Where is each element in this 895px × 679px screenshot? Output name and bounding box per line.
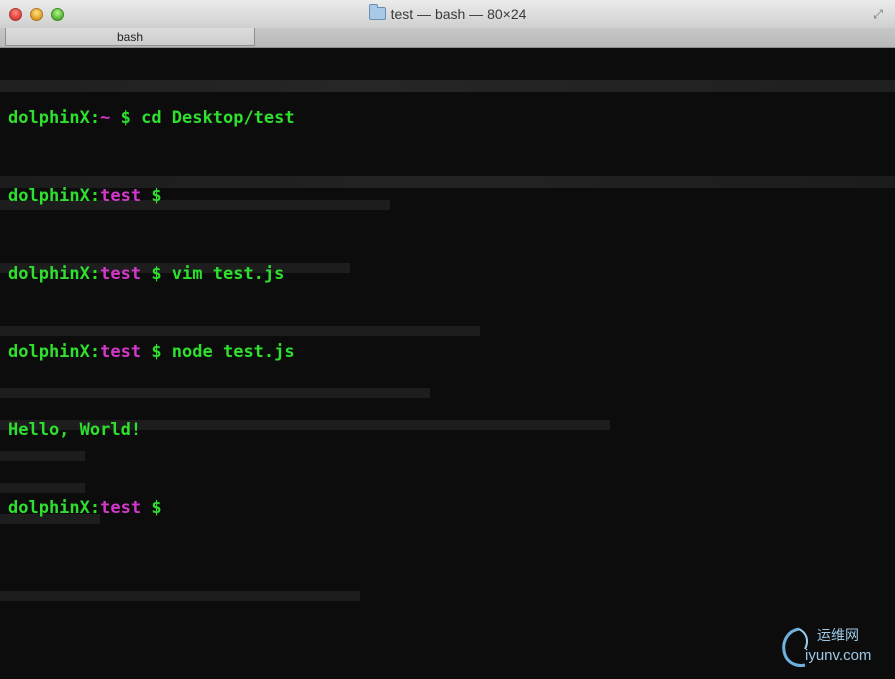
program-output: Hello, World! (8, 420, 142, 440)
folder-icon (368, 4, 386, 20)
prompt-host: dolphinX: (8, 342, 101, 362)
tab-bash[interactable]: bash (5, 28, 255, 46)
title-bar[interactable]: test — bash — 80×24 ⤢ (0, 0, 895, 29)
watermark-chinese: 运维网 (817, 628, 859, 644)
prompt-symbol: $ (141, 342, 172, 362)
prompt-host: dolphinX: (8, 498, 101, 518)
prompt-dir: test (100, 186, 142, 206)
prompt-symbol: $ (110, 108, 142, 128)
prompt-symbol: $ (141, 498, 172, 518)
prompt-dir: test (100, 264, 142, 284)
terminal-line: dolphinX:test $ (8, 183, 295, 209)
terminal-line: dolphinX:test $ (8, 495, 295, 521)
tab-bar: bash (0, 28, 895, 48)
watermark-url: iyunv.com (805, 647, 872, 664)
command-text: cd Desktop/test (141, 108, 295, 128)
prompt-host: dolphinX: (8, 186, 101, 206)
command-text: node test.js (171, 342, 295, 362)
window-title-text: test — bash — 80×24 (390, 6, 527, 22)
terminal-content[interactable]: dolphinX:~ $ cd Desktop/test dolphinX:te… (0, 48, 895, 679)
terminal-line: dolphinX:~ $ cd Desktop/test (8, 105, 295, 131)
prompt-dir: ~ (100, 108, 111, 128)
prompt-symbol: $ (141, 186, 172, 206)
prompt-dir: test (100, 498, 142, 518)
window-title: test — bash — 80×24 (0, 4, 895, 22)
terminal-line: Hello, World! (8, 417, 295, 443)
prompt-symbol: $ (141, 264, 172, 284)
site-watermark: 运维网 iyunv.com (779, 623, 889, 673)
prompt-host: dolphinX: (8, 108, 101, 128)
prompt-host: dolphinX: (8, 264, 101, 284)
command-text: vim test.js (171, 264, 285, 284)
terminal-line: dolphinX:test $ vim test.js (8, 261, 295, 287)
terminal-line: dolphinX:test $ node test.js (8, 339, 295, 365)
terminal-output: dolphinX:~ $ cd Desktop/test dolphinX:te… (8, 53, 295, 573)
prompt-dir: test (100, 342, 142, 362)
terminal-window: test — bash — 80×24 ⤢ bash dolphinX:~ $ … (0, 0, 895, 679)
fullscreen-icon[interactable]: ⤢ (871, 7, 885, 21)
